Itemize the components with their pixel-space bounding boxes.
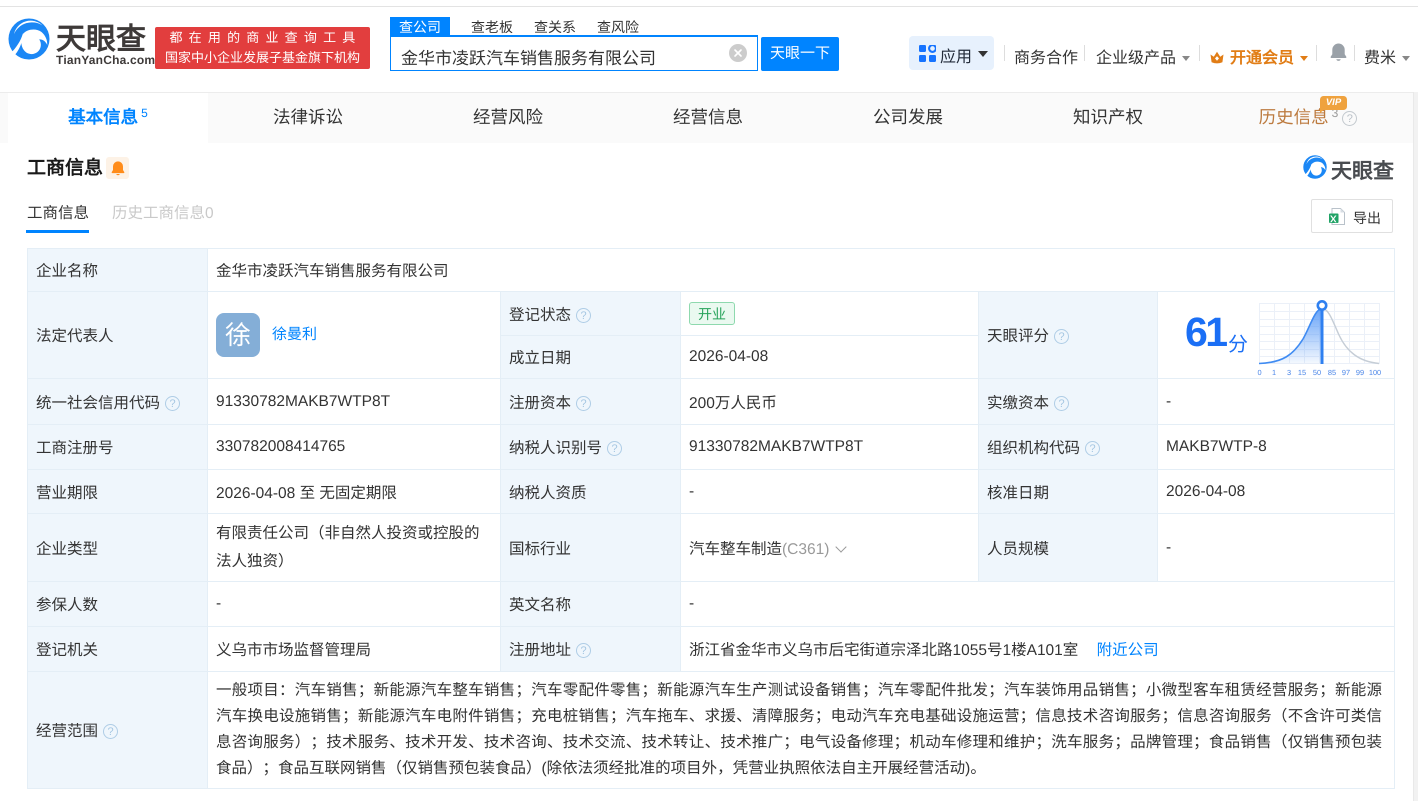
svg-text:3: 3 — [1287, 368, 1291, 377]
svg-text:99: 99 — [1356, 368, 1364, 377]
svg-text:50: 50 — [1313, 368, 1321, 377]
svg-text:0: 0 — [1257, 368, 1261, 377]
svg-text:85: 85 — [1328, 368, 1336, 377]
svg-text:1: 1 — [1272, 368, 1276, 377]
svg-text:15: 15 — [1298, 368, 1306, 377]
svg-text:97: 97 — [1342, 368, 1350, 377]
svg-text:100: 100 — [1369, 368, 1381, 377]
